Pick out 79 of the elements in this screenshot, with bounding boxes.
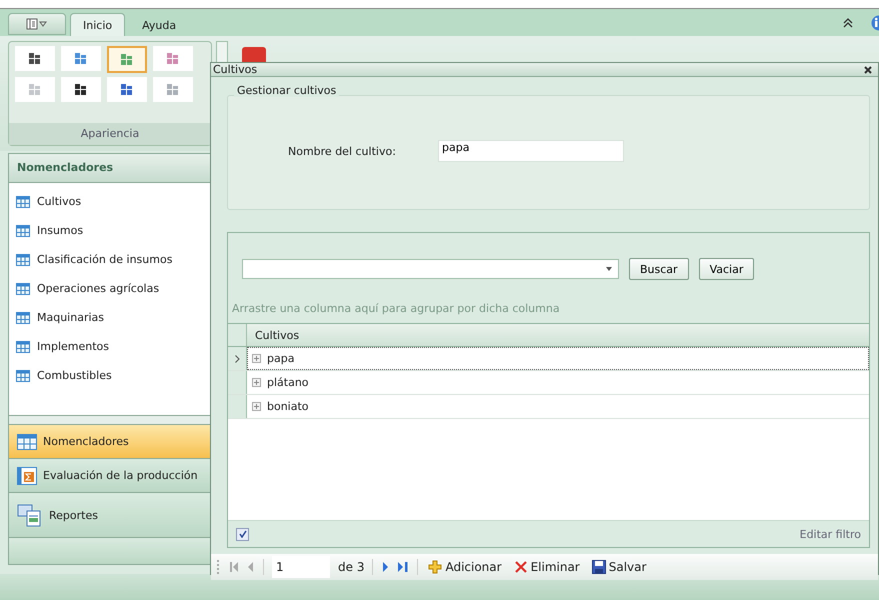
- expand-icon[interactable]: [252, 354, 261, 363]
- previous-page-icon[interactable]: [247, 561, 255, 573]
- nav-item-label: Cultivos: [37, 195, 82, 208]
- nav-item-label: Combustibles: [37, 369, 112, 382]
- theme-swatch[interactable]: [107, 77, 147, 102]
- row-header-cell[interactable]: [228, 347, 247, 370]
- pager-action-button[interactable]: Adicionar: [426, 560, 504, 574]
- table-icon: [16, 312, 30, 324]
- theme-swatch[interactable]: [61, 77, 101, 102]
- theme-swatch[interactable]: [15, 77, 55, 102]
- table-icon: [16, 196, 30, 208]
- nav-item[interactable]: Combustibles: [9, 361, 211, 390]
- cell-text: boniato: [267, 400, 309, 413]
- report-icon: [17, 503, 43, 527]
- next-page-icon[interactable]: [381, 561, 390, 573]
- table-cell[interactable]: plátano: [247, 371, 869, 394]
- plus-icon: [428, 560, 442, 574]
- nav-item[interactable]: Insumos: [9, 216, 211, 245]
- group-title: Gestionar cultivos: [234, 84, 340, 97]
- toolbar-button[interactable]: Vaciar: [698, 258, 754, 280]
- expand-icon[interactable]: [252, 378, 261, 387]
- expand-icon[interactable]: [252, 402, 261, 411]
- nav-item[interactable]: Clasificación de insumos: [9, 245, 211, 274]
- theme-swatch[interactable]: [15, 46, 55, 71]
- nav-item-label: Operaciones agrícolas: [37, 282, 160, 295]
- table-icon: [16, 340, 30, 352]
- table-cell[interactable]: boniato: [247, 395, 869, 418]
- ribbon-tab[interactable]: Ayuda: [129, 13, 190, 36]
- save-icon: [592, 560, 606, 574]
- pager-action-button[interactable]: Salvar: [590, 560, 648, 574]
- filter-checkbox[interactable]: [236, 528, 249, 540]
- table-icon: [16, 370, 30, 382]
- ribbon-tab[interactable]: Inicio: [70, 13, 126, 36]
- splitter-handle[interactable]: [9, 415, 211, 424]
- first-page-icon[interactable]: [229, 561, 239, 573]
- nav-item-label: Maquinarias: [37, 311, 104, 324]
- delete-icon: [514, 560, 528, 574]
- table-icon: [16, 224, 30, 236]
- table-icon: [16, 282, 30, 294]
- layout-icon: [26, 18, 48, 30]
- window-title: Cultivos: [213, 63, 258, 76]
- nav-item[interactable]: Cultivos: [9, 187, 211, 216]
- navigation-group-button[interactable]: Evaluación de la producción: [9, 458, 211, 492]
- page-count: de 3: [338, 560, 364, 574]
- input-field[interactable]: papa: [438, 140, 624, 162]
- page-number-field[interactable]: 1: [272, 556, 330, 578]
- navigation-group-button[interactable]: Nomencladores: [9, 424, 211, 458]
- group-hint: Arrastre una columna aquí para agrupar por dicha columna: [232, 302, 561, 315]
- nav-item[interactable]: Implementos: [9, 332, 211, 361]
- close-icon[interactable]: [864, 66, 872, 74]
- row-indicator-icon: [234, 354, 240, 362]
- row-header-cell[interactable]: [228, 395, 247, 418]
- dropdown-arrow-icon[interactable]: [606, 267, 612, 271]
- cell-text: papa: [267, 352, 294, 365]
- nav-item-label: Insumos: [37, 224, 84, 237]
- application-menu-button[interactable]: [8, 13, 66, 35]
- theme-swatch[interactable]: [107, 46, 147, 73]
- nav-item[interactable]: Maquinarias: [9, 303, 211, 332]
- theme-swatch[interactable]: [153, 77, 193, 102]
- field-label: Nombre del cultivo:: [288, 144, 397, 158]
- filter-link[interactable]: Editar filtro: [800, 528, 861, 540]
- cell-text: plátano: [267, 376, 309, 389]
- sum-icon: [17, 466, 37, 484]
- group-title: Apariencia: [9, 123, 211, 145]
- last-page-icon[interactable]: [397, 561, 410, 573]
- navigation-group-button[interactable]: Reportes: [9, 492, 211, 537]
- table-icon: [16, 254, 30, 266]
- nav-item[interactable]: Operaciones agrícolas: [9, 274, 211, 303]
- nav-item-label: Implementos: [37, 340, 109, 353]
- collapse-icon[interactable]: [843, 18, 853, 28]
- nav-item-label: Clasificación de insumos: [37, 253, 172, 266]
- table-cell[interactable]: papa: [247, 347, 869, 370]
- theme-swatch[interactable]: [153, 46, 193, 71]
- panel-header: Nomencladores: [9, 154, 211, 183]
- table-icon: [17, 434, 37, 450]
- toolbar-button[interactable]: Buscar: [629, 258, 689, 280]
- pager-action-button[interactable]: Eliminar: [512, 560, 582, 574]
- row-header-cell[interactable]: [228, 371, 247, 394]
- theme-swatch[interactable]: [61, 46, 101, 71]
